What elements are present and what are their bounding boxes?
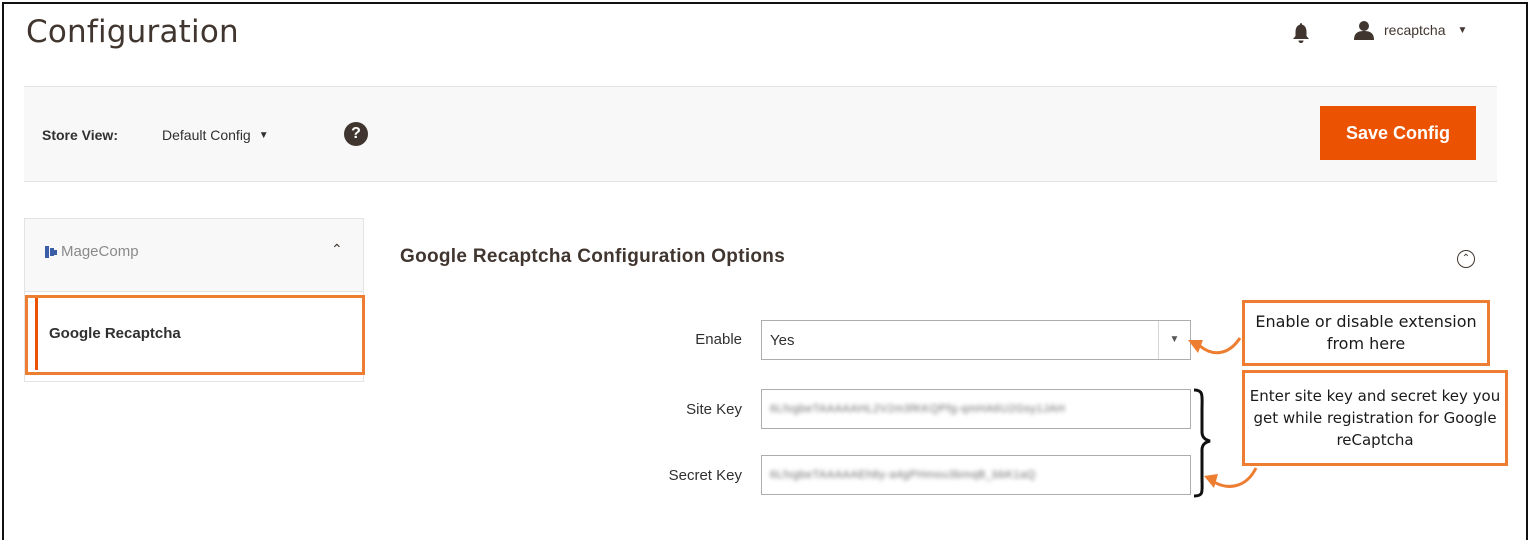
arrow-enable — [1199, 337, 1242, 355]
arrowhead-keys — [1204, 474, 1218, 488]
annotation-arrows — [1188, 337, 1258, 498]
arrow-keys — [1213, 467, 1258, 488]
